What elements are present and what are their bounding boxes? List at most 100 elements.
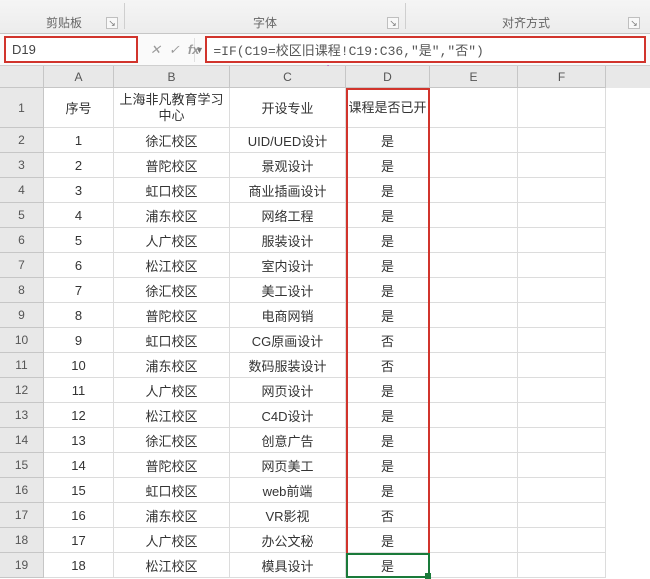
fx-icon[interactable]: fx xyxy=(188,42,200,57)
col-header-F[interactable]: F xyxy=(518,66,606,88)
row-header[interactable]: 18 xyxy=(0,528,44,553)
cell-opened[interactable]: 是 xyxy=(346,178,430,203)
row-header[interactable]: 3 xyxy=(0,153,44,178)
cell-empty[interactable] xyxy=(430,528,518,553)
header-cell-major[interactable]: 开设专业 xyxy=(230,88,346,128)
cell-major[interactable]: 办公文秘 xyxy=(230,528,346,553)
col-header-B[interactable]: B xyxy=(114,66,230,88)
row-header[interactable]: 7 xyxy=(0,253,44,278)
cell-empty[interactable] xyxy=(430,428,518,453)
cell-major[interactable]: 网页设计 xyxy=(230,378,346,403)
cell-major[interactable]: VR影视 xyxy=(230,503,346,528)
cell-major[interactable]: UID/UED设计 xyxy=(230,128,346,153)
row-header[interactable]: 15 xyxy=(0,453,44,478)
cell-empty[interactable] xyxy=(430,128,518,153)
row-header[interactable]: 16 xyxy=(0,478,44,503)
cell-seq[interactable]: 8 xyxy=(44,303,114,328)
cell-seq[interactable]: 6 xyxy=(44,253,114,278)
cell-empty[interactable] xyxy=(518,353,606,378)
clipboard-launcher-icon[interactable]: ↘ xyxy=(106,17,118,29)
cell-campus[interactable]: 人广校区 xyxy=(114,528,230,553)
cell-major[interactable]: 电商网销 xyxy=(230,303,346,328)
cell-major[interactable]: 美工设计 xyxy=(230,278,346,303)
cell-empty[interactable] xyxy=(430,203,518,228)
cancel-icon[interactable]: ✕ xyxy=(150,42,161,58)
row-header[interactable]: 12 xyxy=(0,378,44,403)
cell-empty[interactable] xyxy=(430,228,518,253)
cell-empty[interactable] xyxy=(430,553,518,578)
cell-empty[interactable] xyxy=(518,378,606,403)
cell-major[interactable]: 网页美工 xyxy=(230,453,346,478)
cell-opened[interactable]: 是 xyxy=(346,228,430,253)
cell-seq[interactable]: 1 xyxy=(44,128,114,153)
cell-opened[interactable]: 是 xyxy=(346,203,430,228)
cell-empty[interactable] xyxy=(518,553,606,578)
cell-opened[interactable]: 否 xyxy=(346,328,430,353)
cell-empty[interactable] xyxy=(518,228,606,253)
cell-campus[interactable]: 人广校区 xyxy=(114,378,230,403)
cell-opened[interactable]: 是 xyxy=(346,253,430,278)
formula-input[interactable] xyxy=(207,40,644,59)
row-header[interactable]: 9 xyxy=(0,303,44,328)
cell-empty[interactable] xyxy=(518,178,606,203)
cell-seq[interactable]: 16 xyxy=(44,503,114,528)
cell-seq[interactable]: 5 xyxy=(44,228,114,253)
row-header[interactable]: 13 xyxy=(0,403,44,428)
cell-major[interactable]: 商业插画设计 xyxy=(230,178,346,203)
cell-opened[interactable]: 是 xyxy=(346,478,430,503)
row-header[interactable]: 14 xyxy=(0,428,44,453)
col-header-C[interactable]: C xyxy=(230,66,346,88)
cell-opened[interactable]: 否 xyxy=(346,503,430,528)
cell-major[interactable]: web前端 xyxy=(230,478,346,503)
row-header[interactable]: 19 xyxy=(0,553,44,578)
cell-empty[interactable] xyxy=(430,478,518,503)
font-launcher-icon[interactable]: ↘ xyxy=(387,17,399,29)
cell-opened[interactable]: 是 xyxy=(346,528,430,553)
cell-major[interactable]: 模具设计 xyxy=(230,553,346,578)
cell-campus[interactable]: 徐汇校区 xyxy=(114,128,230,153)
cell-empty[interactable] xyxy=(430,403,518,428)
row-header[interactable]: 2 xyxy=(0,128,44,153)
cell-empty[interactable] xyxy=(518,153,606,178)
cell-campus[interactable]: 松江校区 xyxy=(114,253,230,278)
header-cell-seq[interactable]: 序号 xyxy=(44,88,114,128)
cell-seq[interactable]: 3 xyxy=(44,178,114,203)
cell-seq[interactable]: 18 xyxy=(44,553,114,578)
row-header[interactable]: 11 xyxy=(0,353,44,378)
cell-major[interactable]: 景观设计 xyxy=(230,153,346,178)
cell-opened[interactable]: 是 xyxy=(346,553,430,578)
cell-empty[interactable] xyxy=(430,253,518,278)
cell-seq[interactable]: 13 xyxy=(44,428,114,453)
cell-major[interactable]: 服装设计 xyxy=(230,228,346,253)
row-header[interactable]: 1 xyxy=(0,88,44,128)
cell-seq[interactable]: 10 xyxy=(44,353,114,378)
cell-empty[interactable] xyxy=(518,453,606,478)
cell-seq[interactable]: 2 xyxy=(44,153,114,178)
cell-opened[interactable]: 是 xyxy=(346,378,430,403)
cell-seq[interactable]: 7 xyxy=(44,278,114,303)
cell-campus[interactable]: 徐汇校区 xyxy=(114,428,230,453)
cell-campus[interactable]: 普陀校区 xyxy=(114,303,230,328)
cell-opened[interactable]: 是 xyxy=(346,403,430,428)
cell-empty[interactable] xyxy=(518,253,606,278)
cell-major[interactable]: CG原画设计 xyxy=(230,328,346,353)
cell-seq[interactable]: 9 xyxy=(44,328,114,353)
cell-empty[interactable] xyxy=(430,378,518,403)
cell-seq[interactable]: 15 xyxy=(44,478,114,503)
cell-campus[interactable]: 虹口校区 xyxy=(114,178,230,203)
row-header[interactable]: 17 xyxy=(0,503,44,528)
cell-empty[interactable] xyxy=(430,353,518,378)
header-cell-opened[interactable]: 课程是否已开 xyxy=(346,88,430,128)
cell-campus[interactable]: 松江校区 xyxy=(114,403,230,428)
cell-campus[interactable]: 浦东校区 xyxy=(114,503,230,528)
cell-campus[interactable]: 虹口校区 xyxy=(114,328,230,353)
cell-empty[interactable] xyxy=(518,428,606,453)
col-header-D[interactable]: D xyxy=(346,66,430,88)
cell-empty[interactable] xyxy=(430,328,518,353)
cell-empty[interactable] xyxy=(518,478,606,503)
cell-empty[interactable] xyxy=(430,453,518,478)
cell-campus[interactable]: 徐汇校区 xyxy=(114,278,230,303)
cell-campus[interactable]: 虹口校区 xyxy=(114,478,230,503)
cell-empty[interactable] xyxy=(518,328,606,353)
cell-major[interactable]: 室内设计 xyxy=(230,253,346,278)
